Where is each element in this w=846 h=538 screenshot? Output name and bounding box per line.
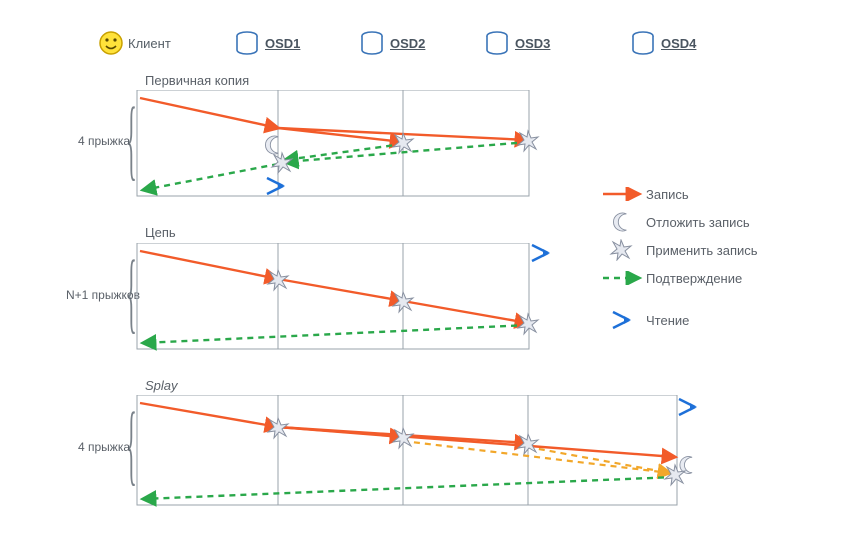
legend-ack-label: Подтверждение (646, 271, 742, 286)
cylinder-icon (235, 30, 259, 56)
osd3-header: OSD3 (485, 30, 550, 56)
write-arrow (403, 301, 528, 323)
osd4-header: OSD4 (631, 30, 696, 56)
cylinder-icon (485, 30, 509, 56)
legend-apply: Применить запись (600, 236, 758, 264)
splay-diagram (135, 395, 715, 510)
moon-icon (600, 211, 646, 233)
primary-title: Первичная копия (145, 73, 249, 88)
read-icon (679, 399, 697, 415)
ack-arrow (285, 144, 403, 160)
burst-icon (518, 314, 538, 334)
frame (137, 243, 529, 349)
legend: Запись Отложить запись Применить запись … (600, 180, 758, 334)
read-icon (532, 245, 550, 261)
legend-ack: Подтверждение (600, 264, 758, 292)
ack-arrow (143, 325, 528, 343)
legend-write-label: Запись (646, 187, 689, 202)
client-header: Клиент (98, 30, 171, 56)
smiley-icon (98, 30, 124, 56)
osd4-label: OSD4 (661, 36, 696, 51)
primary-side-label: 4 прыжка (78, 134, 130, 148)
legend-read-label: Чтение (646, 313, 689, 328)
cylinder-icon (360, 30, 384, 56)
chain-title: Цепь (145, 225, 176, 240)
blue-read-icon (600, 309, 646, 331)
ack-arrow (143, 164, 278, 190)
moon-icon (265, 136, 278, 154)
legend-write: Запись (600, 180, 758, 208)
osd2-label: OSD2 (390, 36, 425, 51)
osd2-header: OSD2 (360, 30, 425, 56)
splay-side-label: 4 прыжка (78, 440, 130, 454)
write-arrow (140, 251, 278, 279)
legend-delay: Отложить запись (600, 208, 758, 236)
osd1-label: OSD1 (265, 36, 300, 51)
legend-read: Чтение (600, 306, 758, 334)
osd1-header: OSD1 (235, 30, 300, 56)
read-icon (267, 178, 285, 194)
frame (137, 90, 529, 196)
burst-icon (600, 239, 646, 261)
write-arrow (140, 403, 278, 427)
write-arrow (140, 98, 278, 128)
chain-side-label: N+1 прыжков (66, 288, 140, 302)
client-label: Клиент (128, 36, 171, 51)
moon-icon (680, 457, 692, 474)
header-row: Клиент OSD1 OSD2 OSD3 OSD4 (0, 30, 846, 60)
burst-icon (518, 131, 538, 151)
burst-icon (272, 153, 292, 173)
ack-arrow (143, 477, 675, 499)
cylinder-icon (631, 30, 655, 56)
write-arrow (278, 279, 403, 301)
legend-delay-label: Отложить запись (646, 215, 750, 230)
write-arrow (278, 427, 675, 457)
legend-apply-label: Применить запись (646, 243, 758, 258)
red-arrow-icon (600, 187, 646, 201)
green-dash-arrow-icon (600, 271, 646, 285)
splay-title: Splay (145, 378, 178, 393)
osd3-label: OSD3 (515, 36, 550, 51)
